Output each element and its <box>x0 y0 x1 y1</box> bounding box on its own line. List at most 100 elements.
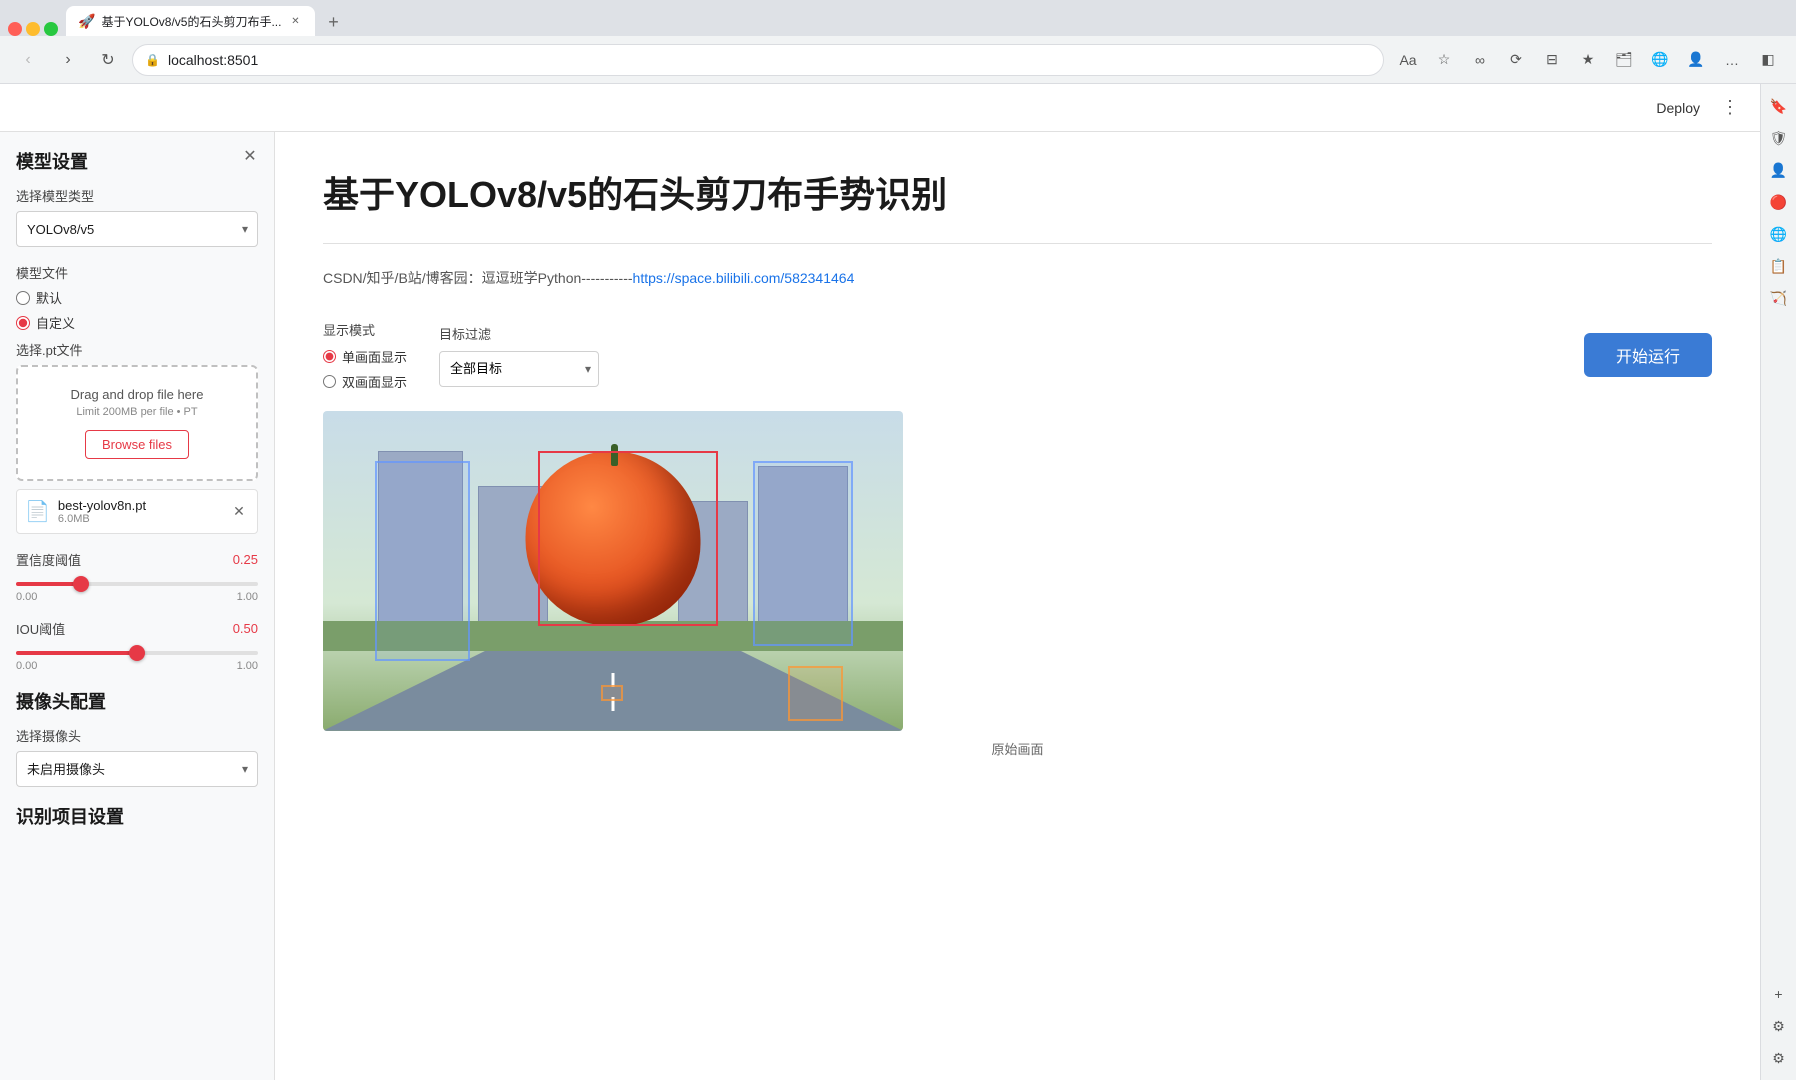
forward-btn[interactable]: › <box>52 44 84 76</box>
iou-slider-section: IOU阈值 0.50 0.00 1.00 <box>16 619 258 672</box>
sidebar: ✕ 模型设置 选择模型类型 YOLOv8/v5 ▾ 模型文件 <box>0 132 275 1080</box>
file-remove-btn[interactable]: ✕ <box>229 502 249 522</box>
url-text: localhost:8501 <box>168 52 1371 68</box>
file-size: 6.0MB <box>58 513 221 525</box>
camera-settings-title: 摄像头配置 <box>16 688 258 714</box>
tab-bar: 🚀 基于YOLOv8/v5的石头剪刀布手... ✕ + <box>0 0 1796 36</box>
app-wrapper: Deploy ⋮ ✕ 模型设置 选择模型类型 YOLOv8/v5 ▾ <box>0 84 1760 1080</box>
bookmark-btn[interactable]: ☆ <box>1428 44 1460 76</box>
file-icon: 📄 <box>25 499 50 524</box>
detection-box-right <box>753 461 853 646</box>
target-filter-label: 目标过滤 <box>439 324 599 343</box>
uploaded-file-item: 📄 best-yolov8n.pt 6.0MB ✕ <box>16 489 258 534</box>
app-container: ✕ 模型设置 选择模型类型 YOLOv8/v5 ▾ 模型文件 <box>0 132 1760 1080</box>
sidebar-close-btn[interactable]: ✕ <box>238 144 262 168</box>
back-btn[interactable]: ‹ <box>12 44 44 76</box>
tab-title: 基于YOLOv8/v5的石头剪刀布手... <box>101 13 281 30</box>
file-upload-area[interactable]: Drag and drop file here Limit 200MB per … <box>16 365 258 481</box>
camera-select[interactable]: 未启用摄像头 <box>16 751 258 787</box>
ext-icon-5[interactable]: 🌐 <box>1765 220 1793 248</box>
radio-dual-display[interactable]: 双画面显示 <box>323 372 407 391</box>
ext-add-btn[interactable]: + <box>1765 980 1793 1008</box>
radio-custom[interactable]: 自定义 <box>16 313 258 332</box>
target-filter-select[interactable]: 全部目标 石头 剪刀 布 <box>439 351 599 387</box>
model-type-label: 选择模型类型 <box>16 186 258 205</box>
ext-icon-6[interactable]: 📋 <box>1765 252 1793 280</box>
model-type-select[interactable]: YOLOv8/v5 <box>16 211 258 247</box>
infinity-btn[interactable]: ∞ <box>1464 44 1496 76</box>
confidence-label: 置信度阈值 <box>16 550 81 569</box>
collections-btn[interactable]: 🗂 <box>1608 44 1640 76</box>
model-settings-title: 模型设置 <box>16 148 258 174</box>
model-file-radio-group: 默认 自定义 <box>16 288 258 332</box>
reader-mode-btn[interactable]: Aa <box>1392 44 1424 76</box>
maximize-window-btn[interactable] <box>44 22 58 36</box>
image-caption: 原始画面 <box>323 739 1712 758</box>
iou-value: 0.50 <box>233 621 258 636</box>
target-filter-group: 目标过滤 全部目标 石头 剪刀 布 ▾ <box>439 324 599 387</box>
sidebar-toggle-btn[interactable]: ◧ <box>1752 44 1784 76</box>
header-menu-btn[interactable]: ⋮ <box>1716 94 1744 122</box>
active-tab[interactable]: 🚀 基于YOLOv8/v5的石头剪刀布手... ✕ <box>66 6 315 36</box>
camera-select-wrapper: 未启用摄像头 ▾ <box>16 751 258 787</box>
app-header: Deploy ⋮ <box>0 84 1760 132</box>
browser-toolbar: ‹ › ↻ 🔒 localhost:8501 Aa ☆ ∞ ⟳ ⊟ ★ 🗂 🌐 … <box>0 36 1796 84</box>
radio-single-display[interactable]: 单画面显示 <box>323 347 407 366</box>
minimize-window-btn[interactable] <box>26 22 40 36</box>
page-divider <box>323 243 1712 244</box>
ext-settings-2-btn[interactable]: ⚙ <box>1765 1044 1793 1072</box>
display-mode-label: 显示模式 <box>323 320 407 339</box>
model-file-label: 模型文件 <box>16 263 258 282</box>
upload-text: Drag and drop file here <box>38 387 236 402</box>
detection-box-apple <box>538 451 718 626</box>
confidence-value: 0.25 <box>233 552 258 567</box>
page-title: 基于YOLOv8/v5的石头剪刀布手势识别 <box>323 172 1712 219</box>
browser-content: Deploy ⋮ ✕ 模型设置 选择模型类型 YOLOv8/v5 ▾ <box>0 84 1796 1080</box>
ext-settings-btn[interactable]: ⚙ <box>1765 1012 1793 1040</box>
ext-icon-7[interactable]: 🏹 <box>1765 284 1793 312</box>
browse-files-btn[interactable]: Browse files <box>85 430 189 459</box>
page-description: CSDN/知乎/B站/博客园：逗逗班学Python-----------http… <box>323 268 1712 288</box>
confidence-slider-section: 置信度阈值 0.25 0.00 1.00 <box>16 550 258 603</box>
close-window-btn[interactable] <box>8 22 22 36</box>
camera-select-label: 选择摄像头 <box>16 726 258 745</box>
display-mode-group: 显示模式 单画面显示 双画面显示 <box>323 320 407 391</box>
bilibili-link[interactable]: https://space.bilibili.com/582341464 <box>633 270 855 286</box>
new-tab-btn[interactable]: + <box>319 8 347 36</box>
iou-slider[interactable] <box>16 651 258 655</box>
ext-icon-4[interactable]: 🔴 <box>1765 188 1793 216</box>
app-main: 基于YOLOv8/v5的石头剪刀布手势识别 CSDN/知乎/B站/博客园：逗逗班… <box>275 132 1760 1080</box>
recognition-settings-title: 识别项目设置 <box>16 803 258 829</box>
confidence-slider[interactable] <box>16 582 258 586</box>
ext-icon-2[interactable]: 🛡 <box>1765 124 1793 152</box>
copilot-btn[interactable]: ⟳ <box>1500 44 1532 76</box>
scene-image <box>323 411 903 731</box>
split-btn[interactable]: ⊟ <box>1536 44 1568 76</box>
favorites-btn[interactable]: ★ <box>1572 44 1604 76</box>
start-run-btn[interactable]: 开始运行 <box>1584 333 1712 377</box>
toolbar-actions: Aa ☆ ∞ ⟳ ⊟ ★ 🗂 🌐 👤 … ◧ <box>1392 44 1784 76</box>
detection-box-left <box>375 461 470 661</box>
image-container: 原始画面 <box>323 411 1712 758</box>
refresh-btn[interactable]: ↻ <box>92 44 124 76</box>
ext-icon-1[interactable]: 🔖 <box>1765 92 1793 120</box>
model-type-wrapper: YOLOv8/v5 ▾ <box>16 211 258 247</box>
iou-label: IOU阈值 <box>16 619 65 638</box>
confidence-range: 0.00 1.00 <box>16 591 258 603</box>
translate-btn[interactable]: 🌐 <box>1644 44 1676 76</box>
tab-close-btn[interactable]: ✕ <box>287 13 303 29</box>
file-select-label: 选择.pt文件 <box>16 340 258 359</box>
detection-box-bottom-right <box>788 666 843 721</box>
upload-limit: Limit 200MB per file • PT <box>38 406 236 418</box>
iou-range: 0.00 1.00 <box>16 660 258 672</box>
display-mode-radios: 单画面显示 双画面显示 <box>323 347 407 391</box>
ext-icon-3[interactable]: 👤 <box>1765 156 1793 184</box>
deploy-btn[interactable]: Deploy <box>1648 96 1708 120</box>
more-btn[interactable]: … <box>1716 44 1748 76</box>
lock-icon: 🔒 <box>145 53 160 67</box>
tab-favicon: 🚀 <box>78 13 95 30</box>
address-bar[interactable]: 🔒 localhost:8501 <box>132 44 1384 76</box>
radio-default[interactable]: 默认 <box>16 288 258 307</box>
browser-ext-sidebar: 🔖 🛡 👤 🔴 🌐 📋 🏹 + ⚙ ⚙ <box>1760 84 1796 1080</box>
profile-btn[interactable]: 👤 <box>1680 44 1712 76</box>
